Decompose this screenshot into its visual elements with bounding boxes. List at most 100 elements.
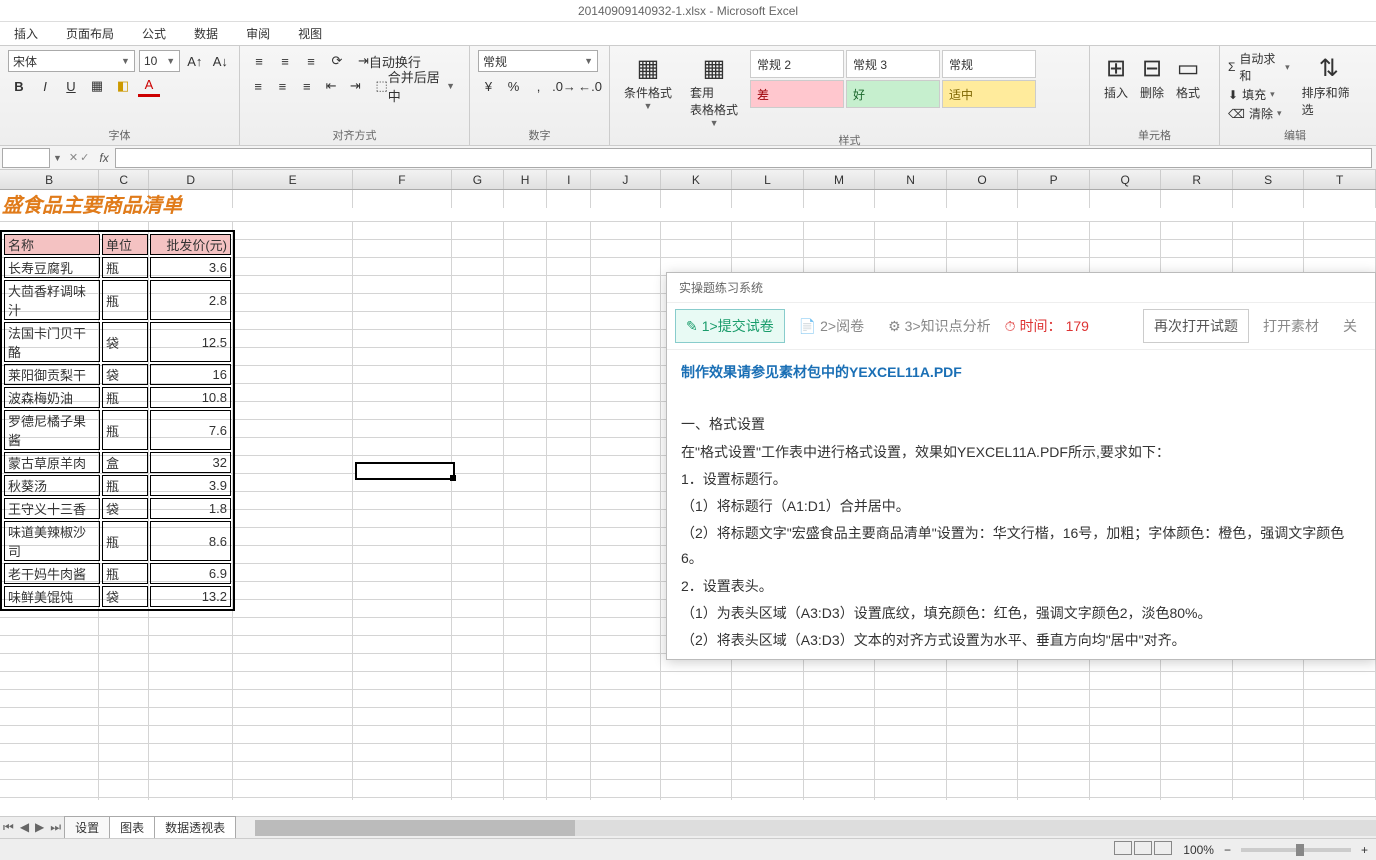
inc-decimal-icon[interactable]: .0→ — [553, 75, 575, 97]
view-buttons[interactable] — [1113, 841, 1173, 858]
col-header-H[interactable]: H — [504, 170, 548, 189]
menu-view[interactable]: 视图 — [284, 25, 336, 42]
indent-dec-icon[interactable]: ⇤ — [321, 75, 341, 97]
table-row[interactable]: 秋葵汤瓶3.9 — [4, 475, 231, 496]
delete-cells-button[interactable]: ⊟删除 — [1134, 50, 1170, 103]
tab-nav-first-icon[interactable]: ⏮ — [0, 820, 17, 834]
sheet-tab-3[interactable]: 数据透视表 — [154, 816, 236, 839]
col-header-L[interactable]: L — [732, 170, 804, 189]
align-bot-icon[interactable]: ≡ — [300, 50, 322, 72]
zoom-slider[interactable] — [1241, 848, 1351, 852]
fill-button[interactable]: ⬇填充▾ — [1228, 86, 1290, 103]
open-material-button[interactable]: 打开素材 — [1253, 310, 1329, 342]
table-header[interactable]: 单位 — [102, 234, 148, 255]
submit-tab[interactable]: ✎1>提交试卷 — [675, 309, 785, 343]
zoom-level[interactable]: 100% — [1183, 843, 1214, 857]
confirm-icon[interactable]: ✓ — [80, 151, 89, 164]
close-panel-button[interactable]: 关 — [1333, 310, 1367, 342]
tab-nav-prev-icon[interactable]: ◀ — [17, 820, 32, 834]
menu-layout[interactable]: 页面布局 — [52, 25, 128, 42]
indent-inc-icon[interactable]: ⇥ — [345, 75, 365, 97]
table-row[interactable]: 味鲜美馄饨袋13.2 — [4, 586, 231, 607]
review-tab[interactable]: 📄2>阅卷 — [789, 310, 874, 342]
col-header-N[interactable]: N — [875, 170, 947, 189]
fill-color-button[interactable]: ◧ — [112, 75, 134, 97]
style-neutral[interactable]: 适中 — [942, 80, 1036, 108]
table-row[interactable]: 大茴香籽调味汁瓶2.8 — [4, 280, 231, 320]
clear-button[interactable]: ⌫清除▾ — [1228, 105, 1290, 122]
style-normal[interactable]: 常规 — [942, 50, 1036, 78]
table-header[interactable]: 批发价(元) — [150, 234, 231, 255]
col-header-P[interactable]: P — [1018, 170, 1090, 189]
dec-decimal-icon[interactable]: ←.0 — [579, 75, 601, 97]
style-good[interactable]: 好 — [846, 80, 940, 108]
style-normal2[interactable]: 常规 2 — [750, 50, 844, 78]
font-color-button[interactable]: A — [138, 75, 160, 97]
data-table[interactable]: 名称单位批发价(元) 长寿豆腐乳瓶3.6大茴香籽调味汁瓶2.8法国卡门贝干酪袋1… — [0, 230, 235, 611]
font-size-select[interactable]: 10▼ — [139, 50, 180, 72]
tab-nav-next-icon[interactable]: ▶ — [32, 820, 47, 834]
table-row[interactable]: 王守义十三香袋1.8 — [4, 498, 231, 519]
font-name-select[interactable]: 宋体▼ — [8, 50, 135, 72]
table-row[interactable]: 味道美辣椒沙司瓶8.6 — [4, 521, 231, 561]
underline-button[interactable]: U — [60, 75, 82, 97]
menu-insert[interactable]: 插入 — [0, 25, 52, 42]
formula-input[interactable] — [115, 148, 1372, 168]
number-format-select[interactable]: 常规▼ — [478, 50, 598, 72]
table-row[interactable]: 波森梅奶油瓶10.8 — [4, 387, 231, 408]
decrease-font-icon[interactable]: A↓ — [210, 50, 231, 72]
zoom-in-icon[interactable]: + — [1361, 843, 1368, 857]
col-header-C[interactable]: C — [99, 170, 149, 189]
style-normal3[interactable]: 常规 3 — [846, 50, 940, 78]
increase-font-icon[interactable]: A↑ — [184, 50, 205, 72]
align-left-icon[interactable]: ≡ — [248, 75, 268, 97]
table-header[interactable]: 名称 — [4, 234, 100, 255]
tab-nav-last-icon[interactable]: ⏭ — [47, 820, 64, 834]
format-as-table-button[interactable]: ▦套用 表格格式▼ — [684, 50, 744, 130]
align-center-icon[interactable]: ≡ — [272, 75, 292, 97]
insert-cells-button[interactable]: ⊞插入 — [1098, 50, 1134, 103]
align-right-icon[interactable]: ≡ — [297, 75, 317, 97]
col-header-O[interactable]: O — [947, 170, 1019, 189]
italic-button[interactable]: I — [34, 75, 56, 97]
col-header-Q[interactable]: Q — [1090, 170, 1162, 189]
zoom-out-icon[interactable]: − — [1224, 843, 1231, 857]
sheet-tab-1[interactable]: 设置 — [64, 816, 110, 839]
col-header-K[interactable]: K — [661, 170, 733, 189]
menu-data[interactable]: 数据 — [180, 25, 232, 42]
col-header-J[interactable]: J — [591, 170, 661, 189]
col-header-G[interactable]: G — [452, 170, 504, 189]
sheet-tab-2[interactable]: 图表 — [109, 816, 155, 839]
format-cells-button[interactable]: ▭格式 — [1170, 50, 1206, 103]
col-header-S[interactable]: S — [1233, 170, 1305, 189]
table-row[interactable]: 罗德尼橘子果酱瓶7.6 — [4, 410, 231, 450]
percent-icon[interactable]: % — [503, 75, 524, 97]
name-box[interactable] — [2, 148, 50, 168]
table-row[interactable]: 蒙古草原羊肉盒32 — [4, 452, 231, 473]
table-row[interactable]: 莱阳御贡梨干袋16 — [4, 364, 231, 385]
autosum-button[interactable]: Σ自动求和▾ — [1228, 50, 1290, 84]
col-header-B[interactable]: B — [0, 170, 99, 189]
menu-review[interactable]: 审阅 — [232, 25, 284, 42]
col-header-E[interactable]: E — [233, 170, 352, 189]
menu-formula[interactable]: 公式 — [128, 25, 180, 42]
orient-icon[interactable]: ⟳ — [326, 50, 348, 72]
table-row[interactable]: 老干妈牛肉酱瓶6.9 — [4, 563, 231, 584]
cancel-icon[interactable]: ✕ — [69, 151, 78, 164]
reopen-button[interactable]: 再次打开试题 — [1143, 309, 1249, 343]
col-header-T[interactable]: T — [1304, 170, 1376, 189]
fx-icon[interactable]: fx — [93, 151, 114, 165]
sheet-title-cell[interactable]: 盛食品主要商品清单 — [0, 190, 235, 222]
col-header-D[interactable]: D — [149, 170, 233, 189]
col-header-F[interactable]: F — [353, 170, 452, 189]
align-top-icon[interactable]: ≡ — [248, 50, 270, 72]
horizontal-scrollbar[interactable] — [255, 820, 1376, 836]
align-mid-icon[interactable]: ≡ — [274, 50, 296, 72]
table-row[interactable]: 长寿豆腐乳瓶3.6 — [4, 257, 231, 278]
style-bad[interactable]: 差 — [750, 80, 844, 108]
col-header-M[interactable]: M — [804, 170, 876, 189]
conditional-format-button[interactable]: ▦条件格式▼ — [618, 50, 678, 130]
table-row[interactable]: 法国卡门贝干酪袋12.5 — [4, 322, 231, 362]
col-header-I[interactable]: I — [547, 170, 591, 189]
analysis-tab[interactable]: ⚙3>知识点分析 — [878, 310, 1001, 342]
